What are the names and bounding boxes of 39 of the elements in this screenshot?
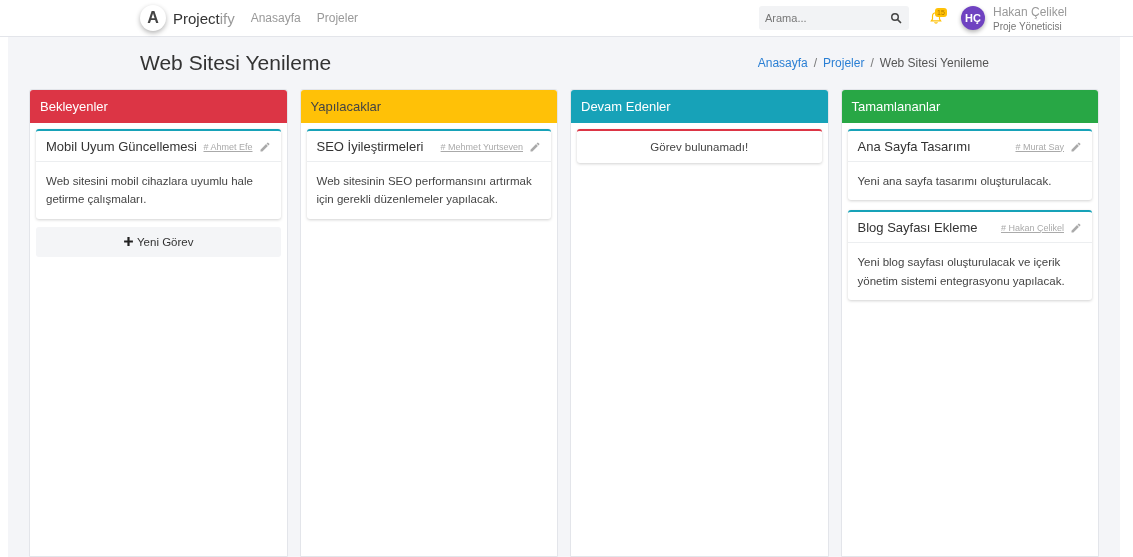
pencil-icon[interactable]	[1070, 221, 1082, 234]
search-field[interactable]: Arama...	[759, 6, 909, 30]
search-icon[interactable]	[890, 12, 902, 24]
brand-name[interactable]: Projectify	[173, 9, 235, 27]
logo-icon[interactable]: A	[140, 5, 166, 31]
column-header: Bekleyenler	[30, 90, 287, 123]
breadcrumb-separator: /	[813, 56, 818, 70]
pencil-icon[interactable]	[1070, 140, 1082, 153]
new-task-button[interactable]: Yeni Görev	[36, 226, 281, 257]
breadcrumb-current: Web Sitesi Yenileme	[879, 56, 989, 70]
user-name: Hakan Çelikel	[993, 4, 1069, 19]
assignee-link[interactable]: # Murat Say	[1015, 141, 1064, 152]
pencil-icon[interactable]	[258, 140, 271, 153]
task-title: Blog Sayfası Ekleme	[857, 220, 979, 236]
assignee-link[interactable]: # Hakan Çelikel	[1000, 222, 1064, 233]
task-title: SEO İyileştirmeleri	[316, 139, 425, 154]
task-description: Yeni blog sayfası oluşturulacak ve içerik yönetim sistemi entegrasyonu yapılacak.	[856, 255, 1066, 289]
plus-icon	[123, 236, 134, 248]
column-header: Yapılacaklar	[300, 90, 557, 123]
task-description: Yeni ana sayfa tasarımı oluşturulacak.	[856, 174, 1053, 189]
page-title: Web Sitesi Yenileme	[140, 51, 333, 75]
assignee-link[interactable]: # Mehmet Yurtseven	[440, 141, 523, 152]
assignee-link[interactable]: # Ahmet Efe	[203, 141, 253, 152]
breadcrumb-separator: /	[870, 56, 874, 70]
user-avatar[interactable]: HÇ	[961, 6, 985, 30]
task-title: Ana Sayfa Tasarımı	[857, 139, 972, 154]
nav-link[interactable]: Anasayfa	[250, 11, 301, 25]
empty-message: Görev bulunamadı!	[649, 140, 750, 155]
pencil-icon[interactable]	[529, 140, 541, 153]
nav-link[interactable]: Projeler	[316, 11, 359, 25]
breadcrumb-link[interactable]: Projeler	[823, 56, 865, 70]
column-header: Devam Edenler	[571, 90, 828, 123]
task-title: Mobil Uyum Güncellemesi	[46, 139, 198, 154]
column-header: Tamamlananlar	[841, 90, 1098, 123]
user-role: Proje Yöneticisi	[993, 20, 1063, 32]
breadcrumb-link[interactable]: Anasayfa	[757, 56, 808, 70]
bell-icon[interactable]	[929, 11, 943, 25]
task-description: Web sitesinin SEO performansını artırmak için gerekli düzenlemeler yapılacak.	[315, 174, 533, 208]
task-description: Web sitesini mobil cihazlara uyumlu hale getirme çalışmaları.	[45, 174, 254, 208]
